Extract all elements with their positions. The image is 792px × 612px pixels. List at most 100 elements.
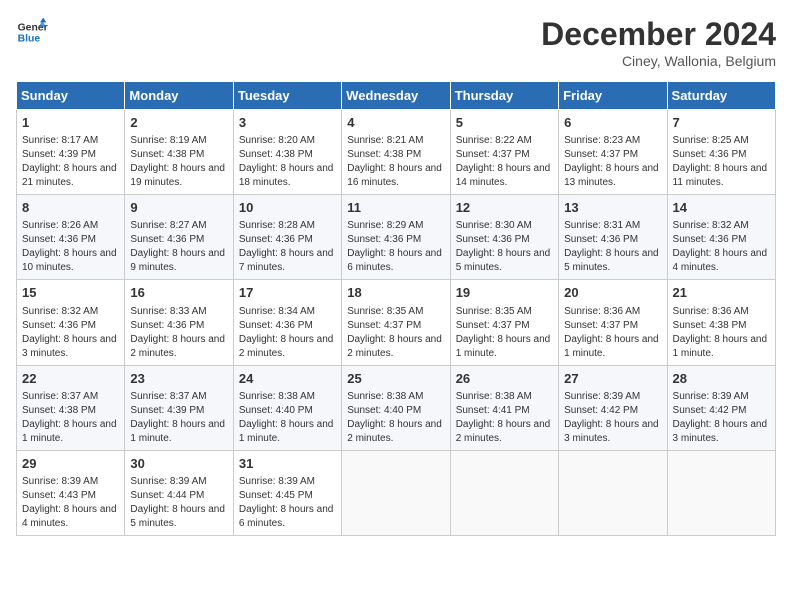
day-of-week-header: Thursday bbox=[450, 82, 558, 110]
calendar-cell: 14 Sunrise: 8:32 AMSunset: 4:36 PMDayligh… bbox=[667, 195, 775, 280]
calendar-cell: 28 Sunrise: 8:39 AMSunset: 4:42 PMDayligh… bbox=[667, 365, 775, 450]
day-number: 4 bbox=[347, 114, 444, 132]
day-info: Sunrise: 8:39 AMSunset: 4:45 PMDaylight:… bbox=[239, 475, 336, 531]
day-info: Sunrise: 8:26 AMSunset: 4:36 PMDaylight:… bbox=[22, 219, 119, 275]
day-number: 18 bbox=[347, 284, 444, 302]
day-info: Sunrise: 8:39 AMSunset: 4:43 PMDaylight:… bbox=[22, 475, 119, 531]
calendar-cell: 10 Sunrise: 8:28 AMSunset: 4:36 PMDayligh… bbox=[233, 195, 341, 280]
day-number: 17 bbox=[239, 284, 336, 302]
calendar-cell: 3 Sunrise: 8:20 AMSunset: 4:38 PMDaylight… bbox=[233, 110, 341, 195]
day-number: 7 bbox=[673, 114, 770, 132]
day-info: Sunrise: 8:38 AMSunset: 4:41 PMDaylight:… bbox=[456, 390, 553, 446]
day-info: Sunrise: 8:21 AMSunset: 4:38 PMDaylight:… bbox=[347, 134, 444, 190]
day-info: Sunrise: 8:39 AMSunset: 4:44 PMDaylight:… bbox=[130, 475, 227, 531]
day-of-week-header: Monday bbox=[125, 82, 233, 110]
day-number: 24 bbox=[239, 370, 336, 388]
day-info: Sunrise: 8:35 AMSunset: 4:37 PMDaylight:… bbox=[347, 305, 444, 361]
day-number: 16 bbox=[130, 284, 227, 302]
day-number: 15 bbox=[22, 284, 119, 302]
day-info: Sunrise: 8:17 AMSunset: 4:39 PMDaylight:… bbox=[22, 134, 119, 190]
calendar-cell: 11 Sunrise: 8:29 AMSunset: 4:36 PMDayligh… bbox=[342, 195, 450, 280]
calendar-cell: 26 Sunrise: 8:38 AMSunset: 4:41 PMDayligh… bbox=[450, 365, 558, 450]
day-info: Sunrise: 8:35 AMSunset: 4:37 PMDaylight:… bbox=[456, 305, 553, 361]
day-number: 30 bbox=[130, 455, 227, 473]
day-of-week-header: Saturday bbox=[667, 82, 775, 110]
calendar-cell: 19 Sunrise: 8:35 AMSunset: 4:37 PMDayligh… bbox=[450, 280, 558, 365]
calendar-cell: 12Sunrise: 8:30 AMSunset: 4:36 PMDayligh… bbox=[450, 195, 558, 280]
day-info: Sunrise: 8:28 AMSunset: 4:36 PMDaylight:… bbox=[239, 219, 336, 275]
day-info: Sunrise: 8:19 AMSunset: 4:38 PMDaylight:… bbox=[130, 134, 227, 190]
day-number: 19 bbox=[456, 284, 553, 302]
calendar-week-row: 29 Sunrise: 8:39 AMSunset: 4:43 PMDayligh… bbox=[17, 450, 776, 535]
day-info: Sunrise: 8:32 AMSunset: 4:36 PMDaylight:… bbox=[22, 305, 119, 361]
day-number: 12 bbox=[456, 199, 553, 217]
calendar-cell: 31 Sunrise: 8:39 AMSunset: 4:45 PMDayligh… bbox=[233, 450, 341, 535]
day-info: Sunrise: 8:36 AMSunset: 4:37 PMDaylight:… bbox=[564, 305, 661, 361]
day-number: 27 bbox=[564, 370, 661, 388]
calendar-cell: 16 Sunrise: 8:33 AMSunset: 4:36 PMDayligh… bbox=[125, 280, 233, 365]
calendar-cell: 1 Sunrise: 8:17 AMSunset: 4:39 PMDaylight… bbox=[17, 110, 125, 195]
calendar-cell bbox=[450, 450, 558, 535]
day-number: 8 bbox=[22, 199, 119, 217]
day-number: 11 bbox=[347, 199, 444, 217]
calendar-cell bbox=[559, 450, 667, 535]
day-number: 1 bbox=[22, 114, 119, 132]
day-info: Sunrise: 8:39 AMSunset: 4:42 PMDaylight:… bbox=[673, 390, 770, 446]
day-number: 2 bbox=[130, 114, 227, 132]
day-info: Sunrise: 8:37 AMSunset: 4:38 PMDaylight:… bbox=[22, 390, 119, 446]
day-of-week-header: Wednesday bbox=[342, 82, 450, 110]
calendar-cell: 7 Sunrise: 8:25 AMSunset: 4:36 PMDaylight… bbox=[667, 110, 775, 195]
day-number: 10 bbox=[239, 199, 336, 217]
calendar-cell: 6Sunrise: 8:23 AMSunset: 4:37 PMDaylight… bbox=[559, 110, 667, 195]
calendar-cell bbox=[342, 450, 450, 535]
calendar-cell: 18 Sunrise: 8:35 AMSunset: 4:37 PMDayligh… bbox=[342, 280, 450, 365]
logo: General Blue bbox=[16, 16, 48, 48]
day-info: Sunrise: 8:32 AMSunset: 4:36 PMDaylight:… bbox=[673, 219, 770, 275]
day-info: Sunrise: 8:38 AMSunset: 4:40 PMDaylight:… bbox=[239, 390, 336, 446]
day-number: 29 bbox=[22, 455, 119, 473]
day-of-week-header: Tuesday bbox=[233, 82, 341, 110]
calendar-cell: 22 Sunrise: 8:37 AMSunset: 4:38 PMDayligh… bbox=[17, 365, 125, 450]
day-number: 23 bbox=[130, 370, 227, 388]
calendar-cell: 29 Sunrise: 8:39 AMSunset: 4:43 PMDayligh… bbox=[17, 450, 125, 535]
day-info: Sunrise: 8:29 AMSunset: 4:36 PMDaylight:… bbox=[347, 219, 444, 275]
calendar-cell: 15 Sunrise: 8:32 AMSunset: 4:36 PMDayligh… bbox=[17, 280, 125, 365]
day-info: Sunrise: 8:37 AMSunset: 4:39 PMDaylight:… bbox=[130, 390, 227, 446]
day-info: Sunrise: 8:36 AMSunset: 4:38 PMDaylight:… bbox=[673, 305, 770, 361]
day-number: 31 bbox=[239, 455, 336, 473]
day-number: 20 bbox=[564, 284, 661, 302]
day-info: Sunrise: 8:39 AMSunset: 4:42 PMDaylight:… bbox=[564, 390, 661, 446]
calendar-cell: 5 Sunrise: 8:22 AMSunset: 4:37 PMDaylight… bbox=[450, 110, 558, 195]
calendar-cell: 25Sunrise: 8:38 AMSunset: 4:40 PMDayligh… bbox=[342, 365, 450, 450]
day-info: Sunrise: 8:25 AMSunset: 4:36 PMDaylight:… bbox=[673, 134, 770, 190]
calendar-cell: 8 Sunrise: 8:26 AMSunset: 4:36 PMDaylight… bbox=[17, 195, 125, 280]
day-info: Sunrise: 8:27 AMSunset: 4:36 PMDaylight:… bbox=[130, 219, 227, 275]
day-number: 22 bbox=[22, 370, 119, 388]
day-number: 5 bbox=[456, 114, 553, 132]
day-number: 3 bbox=[239, 114, 336, 132]
day-of-week-header: Friday bbox=[559, 82, 667, 110]
day-info: Sunrise: 8:20 AMSunset: 4:38 PMDaylight:… bbox=[239, 134, 336, 190]
calendar-cell: 20 Sunrise: 8:36 AMSunset: 4:37 PMDayligh… bbox=[559, 280, 667, 365]
day-info: Sunrise: 8:34 AMSunset: 4:36 PMDaylight:… bbox=[239, 305, 336, 361]
day-number: 9 bbox=[130, 199, 227, 217]
day-number: 26 bbox=[456, 370, 553, 388]
location-subtitle: Ciney, Wallonia, Belgium bbox=[541, 53, 776, 69]
calendar-cell: 17 Sunrise: 8:34 AMSunset: 4:36 PMDayligh… bbox=[233, 280, 341, 365]
calendar-cell: 2 Sunrise: 8:19 AMSunset: 4:38 PMDaylight… bbox=[125, 110, 233, 195]
calendar-week-row: 8 Sunrise: 8:26 AMSunset: 4:36 PMDaylight… bbox=[17, 195, 776, 280]
calendar-header-row: SundayMondayTuesdayWednesdayThursdayFrid… bbox=[17, 82, 776, 110]
day-number: 13 bbox=[564, 199, 661, 217]
calendar-cell: 13Sunrise: 8:31 AMSunset: 4:36 PMDayligh… bbox=[559, 195, 667, 280]
calendar-cell: 24 Sunrise: 8:38 AMSunset: 4:40 PMDayligh… bbox=[233, 365, 341, 450]
calendar-cell: 30 Sunrise: 8:39 AMSunset: 4:44 PMDayligh… bbox=[125, 450, 233, 535]
day-of-week-header: Sunday bbox=[17, 82, 125, 110]
calendar-cell: 27 Sunrise: 8:39 AMSunset: 4:42 PMDayligh… bbox=[559, 365, 667, 450]
day-number: 21 bbox=[673, 284, 770, 302]
day-info: Sunrise: 8:33 AMSunset: 4:36 PMDaylight:… bbox=[130, 305, 227, 361]
day-number: 14 bbox=[673, 199, 770, 217]
day-info: Sunrise: 8:22 AMSunset: 4:37 PMDaylight:… bbox=[456, 134, 553, 190]
day-number: 28 bbox=[673, 370, 770, 388]
page-header: General Blue December 2024 Ciney, Wallon… bbox=[16, 16, 776, 69]
day-number: 25 bbox=[347, 370, 444, 388]
